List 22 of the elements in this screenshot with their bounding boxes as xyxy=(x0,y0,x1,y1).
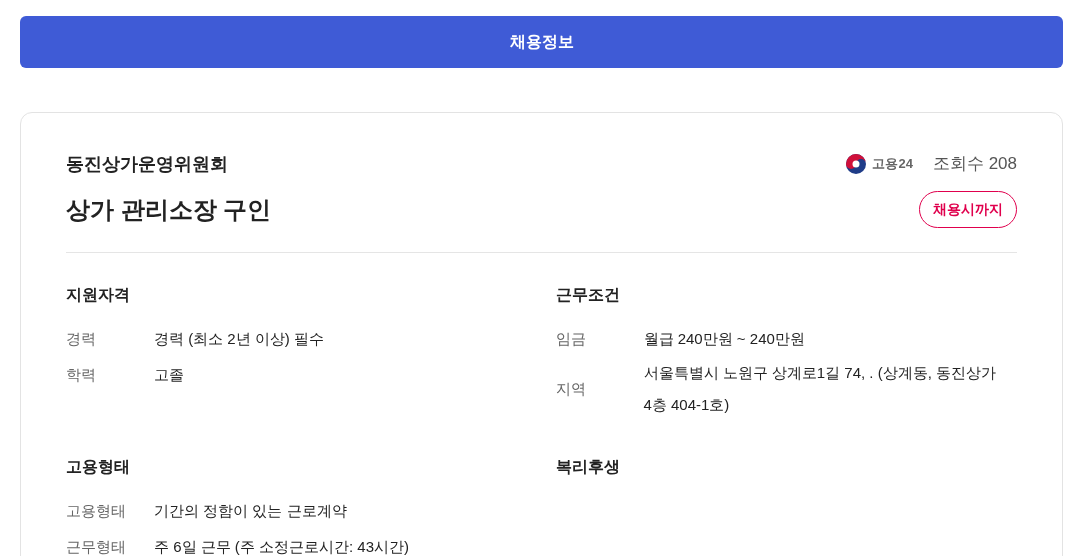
emblem-icon xyxy=(845,152,868,175)
section-title: 고용형태 xyxy=(66,457,131,477)
field-label: 근무형태 xyxy=(66,536,127,556)
company-name: 동진상가운영위원회 xyxy=(66,153,229,176)
job-info-button[interactable]: 채용정보 xyxy=(20,16,1063,68)
brand-name: 고용24 xyxy=(872,155,913,173)
field-label: 경력 xyxy=(66,328,97,349)
field-label: 고용형태 xyxy=(66,500,127,521)
field-value: 주 6일 근무 (주 소정근로시간: 43시간) xyxy=(154,537,411,556)
field-value: 서울특별시 노원구 상계로1길 74, . (상계동, 동진상가 4층 404-1호) xyxy=(643,363,998,415)
field-label: 지역 xyxy=(555,378,587,399)
job-title: 상가 관리소장 구인 xyxy=(66,195,272,225)
field-label: 임금 xyxy=(555,328,587,349)
view-count: 조회수 208 xyxy=(932,153,1017,175)
field-label: 학력 xyxy=(66,364,97,385)
field-value: 경력 (최소 2년 이상) 필수 xyxy=(154,329,325,349)
section-title: 근무조건 xyxy=(555,285,621,305)
field-value: 월급 240만원 ~ 240만원 xyxy=(643,329,806,349)
section-title: 지원자격 xyxy=(66,285,131,305)
field-value: 고졸 xyxy=(154,365,185,385)
field-value: 기간의 정함이 있는 근로계약 xyxy=(154,501,348,521)
section-title: 복리후생 xyxy=(555,457,621,477)
